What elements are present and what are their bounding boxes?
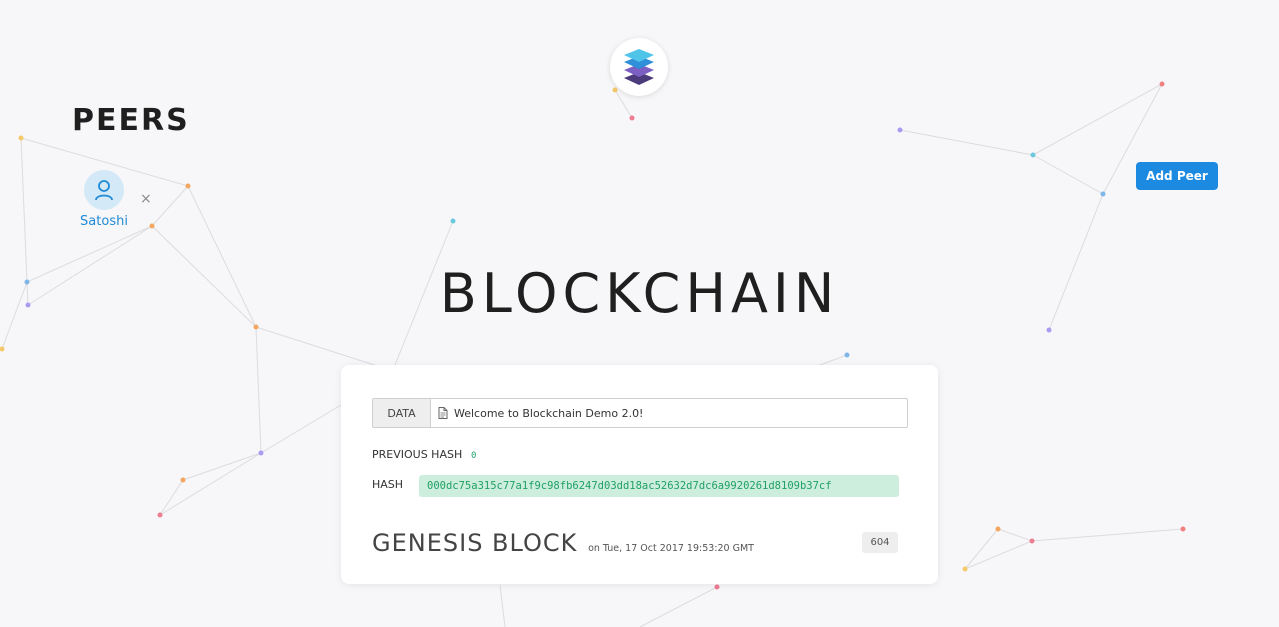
block-nonce-badge: 604 [862, 532, 898, 553]
previous-hash-label: PREVIOUS HASH [372, 448, 463, 461]
peer-item-satoshi[interactable]: Satoshi [78, 170, 130, 229]
app-logo[interactable] [610, 38, 668, 96]
peers-heading: PEERS [72, 103, 190, 138]
stacked-layers-logo-icon [624, 49, 654, 85]
block-data-field: DATA [372, 398, 908, 428]
genesis-block-card: DATA PREVIOUS HASH 0 HASH 000dc75a315c77… [341, 365, 938, 584]
document-icon [438, 407, 448, 419]
app-stage: PEERS Satoshi × Add Peer BLOCKCHAIN DATA [0, 0, 1279, 627]
peer-name: Satoshi [80, 214, 128, 229]
user-icon [95, 180, 113, 201]
hash-value: 000dc75a315c77a1f9c98fb6247d03dd18ac5263… [419, 475, 899, 497]
block-title-text: GENESIS BLOCK [372, 529, 578, 557]
block-timestamp: on Tue, 17 Oct 2017 19:53:20 GMT [588, 543, 754, 554]
peer-avatar [84, 170, 124, 210]
data-input-wrapper [431, 399, 907, 427]
page-title: BLOCKCHAIN [439, 262, 840, 325]
previous-hash-value: 0 [471, 451, 477, 461]
hash-label: HASH [372, 478, 404, 491]
block-data-input[interactable] [454, 406, 894, 420]
data-label: DATA [373, 399, 431, 427]
remove-peer-close-icon[interactable]: × [140, 191, 152, 207]
block-title: GENESIS BLOCK on Tue, 17 Oct 2017 19:53:… [372, 529, 754, 557]
add-peer-button[interactable]: Add Peer [1136, 162, 1218, 190]
